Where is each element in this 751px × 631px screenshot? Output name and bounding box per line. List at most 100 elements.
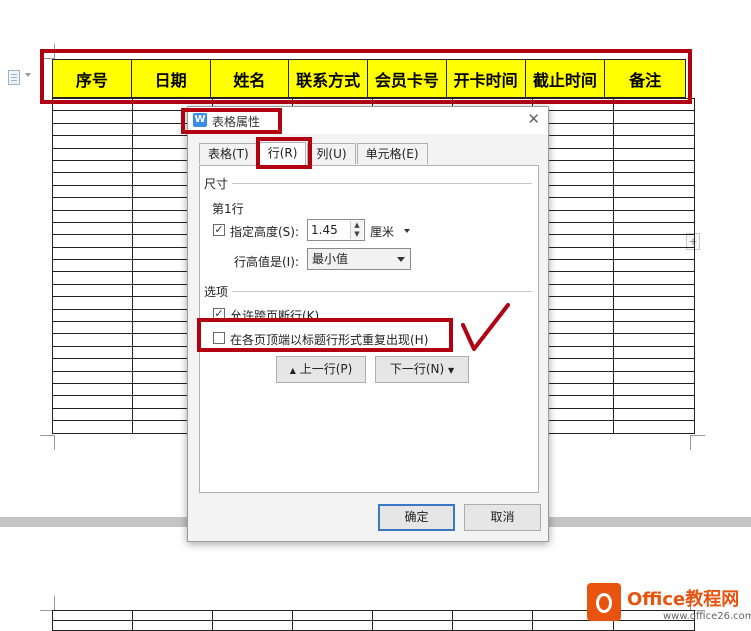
table-cell[interactable] [132, 620, 213, 631]
table-cell[interactable] [212, 620, 293, 631]
table-cell[interactable] [613, 221, 695, 236]
close-icon[interactable]: ✕ [527, 110, 540, 128]
table-cell[interactable] [613, 184, 695, 199]
table-cell[interactable] [613, 209, 695, 223]
table-cell[interactable] [52, 110, 133, 124]
table-cell[interactable] [52, 296, 133, 310]
table-cell[interactable] [52, 234, 133, 248]
table-cell[interactable] [613, 407, 695, 422]
dialog-tabs: 表格(T) 行(R) 列(U) 单元格(E) [199, 142, 429, 165]
office-logo-icon [587, 583, 621, 621]
previous-row-button[interactable]: ▲ 上一行(P) [276, 356, 366, 383]
table-cell[interactable] [613, 271, 695, 285]
stepper-down-icon[interactable]: ▼ [350, 230, 363, 239]
tab-column[interactable]: 列(U) [307, 143, 356, 164]
watermark: Office教程网 www.office26.com [577, 579, 751, 631]
table-cell[interactable] [372, 610, 453, 621]
table-cell[interactable] [52, 333, 133, 347]
table-cell[interactable] [613, 172, 695, 186]
table-cell[interactable] [613, 296, 695, 310]
table-cell[interactable] [613, 122, 695, 137]
watermark-url: www.office26.com [663, 611, 751, 622]
height-unit-label[interactable]: 厘米 [370, 223, 394, 240]
table-cell[interactable] [613, 110, 695, 124]
row-height-mode-value: 最小值 [312, 252, 349, 266]
table-cell[interactable] [52, 420, 133, 434]
table-cell[interactable] [212, 610, 293, 621]
table-cell[interactable] [292, 620, 373, 631]
table-cell[interactable] [52, 308, 133, 323]
row-number-label: 第1行 [212, 202, 244, 216]
table-cell[interactable] [52, 259, 133, 273]
table-cell[interactable] [52, 147, 133, 161]
height-input[interactable] [311, 223, 349, 237]
table-cell[interactable] [52, 271, 133, 285]
table-cell[interactable] [613, 147, 695, 161]
table-cell[interactable] [52, 184, 133, 199]
tab-table[interactable]: 表格(T) [199, 143, 258, 164]
table-cell[interactable] [613, 321, 695, 335]
table-cell[interactable] [52, 370, 133, 385]
table-cell[interactable] [372, 620, 453, 631]
table-cell[interactable] [613, 395, 695, 409]
unit-dropdown-icon[interactable] [404, 229, 410, 233]
table-cell[interactable] [613, 358, 695, 372]
table-cell[interactable] [52, 209, 133, 223]
table-cell[interactable] [52, 321, 133, 335]
table-cell[interactable] [613, 159, 695, 174]
table-cell[interactable] [613, 197, 695, 211]
table-cell[interactable] [52, 246, 133, 261]
table-cell[interactable] [52, 135, 133, 149]
table-cell[interactable] [52, 197, 133, 211]
table-cell[interactable] [613, 283, 695, 298]
ok-button[interactable]: 确定 [378, 504, 455, 531]
specify-height-label: 指定高度(S): [230, 225, 300, 239]
table-cell[interactable] [613, 135, 695, 149]
down-arrow-icon: ▼ [448, 366, 455, 375]
up-arrow-icon: ▲ [289, 366, 296, 375]
table-cell[interactable] [613, 370, 695, 385]
table-cell[interactable] [52, 620, 133, 631]
chevron-down-icon[interactable] [25, 73, 31, 77]
table-cell[interactable] [613, 345, 695, 360]
tab-cell[interactable]: 单元格(E) [356, 143, 428, 164]
row-height-mode-select[interactable]: 最小值 [307, 248, 411, 270]
table-cell[interactable] [452, 620, 533, 631]
page-corner-mark [40, 596, 55, 611]
table-cell[interactable] [52, 395, 133, 409]
table-cell[interactable] [52, 221, 133, 236]
watermark-brand: Office教程网 [627, 589, 740, 610]
header-highlight-box [40, 49, 692, 104]
table-cell[interactable] [452, 610, 533, 621]
table-cell[interactable] [52, 159, 133, 174]
repeat-header-highlight-box [197, 318, 453, 352]
table-cell[interactable] [613, 333, 695, 347]
table-cell[interactable] [52, 382, 133, 397]
document-icon[interactable] [8, 70, 20, 85]
table-cell[interactable] [52, 407, 133, 422]
table-cell[interactable] [52, 610, 133, 621]
stepper-up-icon[interactable]: ▲ [350, 221, 363, 230]
table-cell[interactable] [613, 246, 695, 261]
table-cell[interactable] [52, 283, 133, 298]
specify-height-checkbox[interactable]: ✓ [213, 224, 225, 236]
table-cell[interactable] [52, 358, 133, 372]
next-row-button[interactable]: 下一行(N) ▼ [375, 356, 469, 383]
divider [232, 183, 532, 184]
table-cell[interactable] [613, 234, 695, 248]
table-cell[interactable] [132, 610, 213, 621]
table-cell[interactable] [292, 610, 373, 621]
table-cell[interactable] [52, 345, 133, 360]
height-stepper[interactable]: ▲ ▼ [307, 219, 365, 241]
table-cell[interactable] [52, 172, 133, 186]
previous-row-label: 上一行(P) [299, 362, 353, 376]
divider [232, 291, 532, 292]
table-cell[interactable] [52, 122, 133, 137]
page-corner-mark [40, 435, 55, 450]
cancel-button[interactable]: 取消 [464, 504, 541, 531]
table-cell[interactable] [613, 308, 695, 323]
title-highlight-box [181, 108, 282, 134]
table-cell[interactable] [613, 420, 695, 434]
table-cell[interactable] [613, 259, 695, 273]
table-cell[interactable] [613, 382, 695, 397]
